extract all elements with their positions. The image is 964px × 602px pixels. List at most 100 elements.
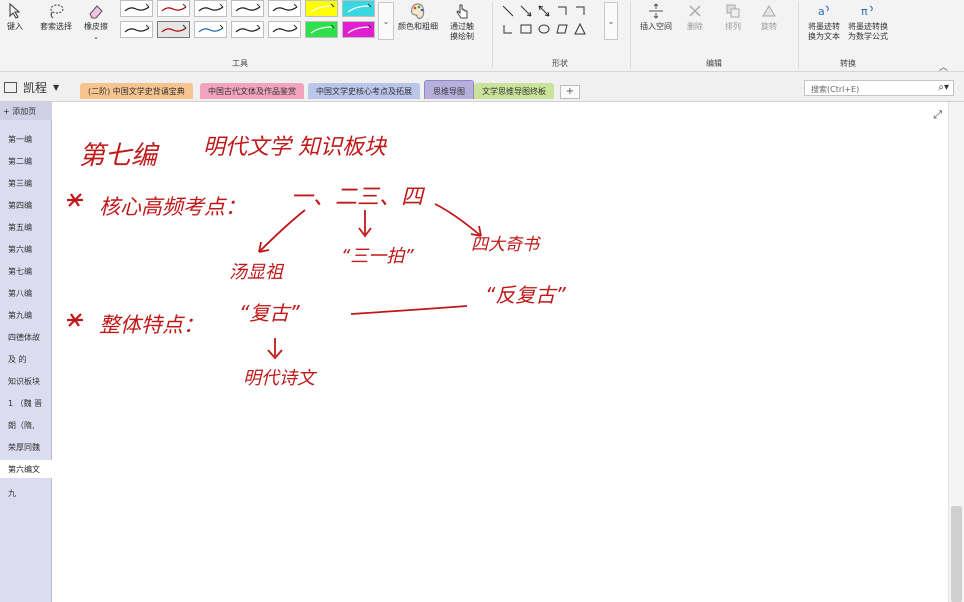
pen-swatch[interactable] <box>231 21 264 38</box>
ink-title-left: 第七编 <box>79 141 160 171</box>
pen-gallery-more-button[interactable]: ⌄ <box>378 2 394 40</box>
rectangle-shape-icon[interactable] <box>518 20 534 38</box>
line-shape-icon[interactable] <box>500 2 516 20</box>
group-label-tools: 工具 <box>232 59 248 68</box>
section-tab[interactable]: (二阶) 中国文学史背诵宝典 <box>80 83 193 99</box>
page-item[interactable]: 第六编 <box>8 244 32 255</box>
page-item-selected-label: 第六编文 <box>8 465 40 474</box>
section-tab-label: 中国古代文体及作品鉴赏 <box>208 87 296 96</box>
pen-swatch[interactable] <box>120 0 153 17</box>
insert-space-left-label: 键入 <box>7 22 23 31</box>
search-box[interactable]: 搜索(Ctrl+E) ⌕▾ <box>804 80 954 96</box>
rotate-label: 旋转 <box>761 22 777 31</box>
plus-icon: + <box>3 107 10 116</box>
ink-bullet1-items: 一、二三、四 <box>291 185 426 210</box>
ink-to-math-label: 将墨迹转换为数学公式 <box>848 22 888 41</box>
pen-swatch[interactable] <box>231 0 264 17</box>
notebook-icon <box>4 82 17 93</box>
page-item[interactable]: 第七编 <box>8 266 32 277</box>
corner-shape-icon[interactable] <box>500 20 516 38</box>
shape-gallery-more-button[interactable]: ⌄ <box>604 2 618 40</box>
arrange-button[interactable]: 排列 <box>724 2 742 32</box>
page-item[interactable]: 第五编 <box>8 222 32 233</box>
section-tab[interactable]: 中国古代文体及作品鉴赏 <box>200 83 304 99</box>
eraser-icon <box>89 5 103 19</box>
note-canvas[interactable]: ⤢ 第七编 明代文学 知识板块 核心高频考点： 一、二三、四 汤显祖 “三一拍”… <box>53 102 948 602</box>
pen-gallery <box>120 0 376 42</box>
section-tab-active[interactable]: 思维导图 <box>424 80 474 99</box>
axis-shape-icon[interactable] <box>554 2 570 20</box>
parallelogram-shape-icon[interactable] <box>554 20 570 38</box>
ink-to-math-button[interactable]: π 将墨迹转换为数学公式 <box>846 2 890 42</box>
section-tab-bar: 凯程 ▼ (二阶) 中国文学史背诵宝典 中国古代文体及作品鉴赏 中国文学史核心考… <box>0 72 964 102</box>
page-item[interactable]: 知识板块 <box>8 376 40 387</box>
add-section-button[interactable]: + <box>560 85 580 99</box>
rotate-button[interactable]: 旋转 <box>760 2 778 32</box>
pen-swatch[interactable] <box>157 21 190 38</box>
page-item[interactable]: 第一编 <box>8 134 32 145</box>
pen-swatch[interactable] <box>305 21 338 38</box>
search-placeholder: 搜索(Ctrl+E) <box>811 85 860 94</box>
ellipse-shape-icon[interactable] <box>536 20 552 38</box>
ink-branch2: “三一拍” <box>341 246 414 267</box>
lasso-select-label: 套索选择 <box>40 22 72 31</box>
group-label-shapes: 形状 <box>552 59 568 68</box>
svg-text:π: π <box>861 5 868 18</box>
arrow-to-branch3 <box>434 203 482 237</box>
color-thickness-button[interactable]: 颜色和粗细 <box>398 2 438 32</box>
delete-button[interactable]: 删除 <box>686 2 704 32</box>
vertical-scrollbar[interactable] <box>948 102 964 602</box>
arrange-label: 排列 <box>725 22 741 31</box>
page-item[interactable]: 第四编 <box>8 200 32 211</box>
chevron-down-icon: ⌄ <box>93 33 99 41</box>
section-tab[interactable]: 中国文学史核心考点及拓展 <box>308 83 420 99</box>
section-tab-label: 中国文学史核心考点及拓展 <box>316 87 412 96</box>
ribbon: 键入 套索选择 橡皮擦 ⌄ ⌄ 颜色和粗细 通过触摸绘制 工具 ⌄ 形状 插入空… <box>0 0 964 73</box>
lasso-select-button[interactable]: 套索选择 <box>40 2 72 32</box>
pen-swatch[interactable] <box>194 0 227 17</box>
insert-space-button[interactable]: 插入空间 <box>640 2 672 32</box>
page-item[interactable]: 九 <box>8 488 16 499</box>
arrow-shape-icon[interactable] <box>518 2 534 20</box>
page-item-selected[interactable]: 第六编文 <box>0 460 52 478</box>
eraser-button[interactable]: 橡皮擦 ⌄ <box>84 2 108 42</box>
ink-bullet2-label: 整体特点： <box>99 313 204 337</box>
section-tab[interactable]: 文学思维导图终板 <box>474 83 554 99</box>
pen-swatch[interactable] <box>194 21 227 38</box>
pen-swatch[interactable] <box>268 0 301 17</box>
page-item[interactable]: 第三编 <box>8 178 32 189</box>
ink-bullet1-label: 核心高频考点： <box>99 195 246 219</box>
scrollbar-thumb[interactable] <box>951 506 962 602</box>
axis2-shape-icon[interactable] <box>572 2 588 20</box>
notebook-selector[interactable]: 凯程 ▼ <box>4 79 59 96</box>
pen-swatch[interactable] <box>120 21 153 38</box>
pen-swatch[interactable] <box>342 21 375 38</box>
group-label-convert: 转换 <box>840 59 856 68</box>
star-bullet-icon <box>67 313 83 327</box>
add-page-button[interactable]: + 添加页 <box>0 102 52 120</box>
page-item[interactable]: 四德体故 <box>8 332 40 343</box>
page-item[interactable]: 荣厚同魏 <box>8 442 40 453</box>
double-arrow-shape-icon[interactable] <box>536 2 552 20</box>
connector-line <box>350 305 468 315</box>
pen-swatch[interactable] <box>157 0 190 17</box>
insert-space-left-button[interactable]: 键入 <box>6 2 24 32</box>
page-item[interactable]: 第九编 <box>8 310 32 321</box>
page-item[interactable]: 朗（隋, <box>8 420 35 431</box>
page-item[interactable]: 第二编 <box>8 156 32 167</box>
ink-to-text-button[interactable]: a 将墨迹转换为文本 <box>806 2 842 42</box>
search-icon[interactable]: ⌕▾ <box>938 82 949 93</box>
triangle-shape-icon[interactable] <box>572 20 588 38</box>
insert-space-icon <box>649 3 663 19</box>
page-item[interactable]: 及 的 <box>8 354 27 365</box>
page-item[interactable]: 第八编 <box>8 288 32 299</box>
arrange-icon <box>726 4 740 18</box>
pen-swatch[interactable] <box>305 0 338 17</box>
draw-with-touch-button[interactable]: 通过触摸绘制 <box>446 2 478 42</box>
pen-swatch[interactable] <box>268 21 301 38</box>
cursor-icon <box>9 2 21 19</box>
color-thickness-label: 颜色和粗细 <box>398 22 438 31</box>
notebook-name: 凯程 <box>23 81 48 95</box>
page-item[interactable]: 1 （魏 晋 <box>8 398 42 409</box>
pen-swatch[interactable] <box>342 0 375 17</box>
